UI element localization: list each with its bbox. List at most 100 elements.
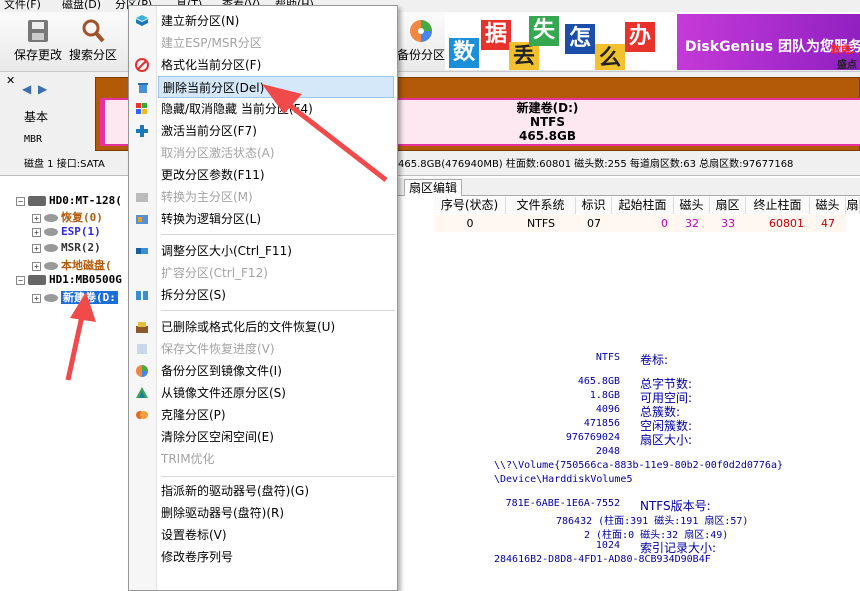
convert-icon [136, 193, 148, 202]
expand-icon[interactable]: + [32, 213, 41, 223]
menu-item-format[interactable]: 格式化当前分区(F) [135, 54, 397, 76]
device-path: \Device\HarddiskVolume5 [494, 474, 633, 485]
sector-size-label: 扇区大小: [640, 433, 693, 447]
expand-icon[interactable]: + [32, 227, 41, 237]
index-size-value: 1024 [595, 540, 620, 551]
expand-icon[interactable]: + [32, 293, 41, 303]
menu-item-remove-letter[interactable]: 删除驱动器号(盘符)(R) [157, 502, 397, 524]
table-cell: 07 [576, 215, 612, 232]
tree-partition[interactable]: + MSR(2) [32, 241, 101, 254]
tree-partition[interactable]: + 本地磁盘( [32, 257, 112, 273]
expand-icon[interactable]: + [32, 261, 41, 271]
free-space-value: 1.8GB [589, 390, 620, 401]
table-header: 标识 [576, 197, 612, 214]
menu-item-file-recovery[interactable]: 已删除或格式化后的文件恢复(U) [136, 316, 397, 338]
menu-item-change-params[interactable]: 更改分区参数(F11) [157, 164, 397, 186]
tree-partition[interactable]: + 恢复(0) [32, 209, 103, 225]
partition-guid: 284616B2-D8D8-4FD1-AD80-8CB934D90B4F [494, 554, 711, 565]
search-partition-label: 搜索分区 [68, 48, 117, 62]
menu-item-wipe-free[interactable]: 清除分区空闲空间(E) [157, 426, 397, 448]
disk-interface: 磁盘 1 接口:SATA [24, 159, 105, 169]
tree-partition-label: 恢复(0) [61, 211, 103, 224]
menu-item-save-recovery[interactable]: 保存文件恢复进度(V) [137, 338, 397, 360]
menu-item-clone[interactable]: 克隆分区(P) [136, 404, 397, 426]
backup-partition-button[interactable]: 备份分区 [395, 18, 447, 63]
tree-partition-label: ESP(1) [61, 225, 101, 238]
menu-item-hide-partition[interactable]: 隐藏/取消隐藏 当前分区(F4) [136, 98, 397, 120]
menu-item-label: 建立ESP/MSR分区 [161, 36, 262, 50]
table-cell: 0 [434, 215, 506, 232]
next-disk-icon[interactable]: ▶ [38, 82, 47, 96]
tree-hd0[interactable]: − HD0:MT-128( [16, 194, 122, 207]
menu-item-label: 指派新的驱动器号(盘符)(G) [161, 484, 310, 498]
save-changes-button[interactable]: 保存更改 [10, 18, 66, 63]
menu-item-split[interactable]: 拆分分区(S) [136, 284, 397, 306]
menu-item-restore-image[interactable]: 从镜像文件还原分区(S) [136, 382, 397, 404]
ad-banner[interactable]: 数 据 丢 失 怎 么 办 DiskGenius 团队为您服务 数电: 盛点 [445, 14, 860, 70]
resize-icon [136, 248, 148, 254]
menu-item-set-label[interactable]: 设置卷标(V) [157, 524, 397, 546]
tree-hd1-label: HD1:MB0500G [49, 273, 122, 286]
table-header: 文件系统 [506, 197, 576, 214]
partition-details: NTFS 卷标: 465.8GB 总字节数: 1.8GB 可用空间: 4096 … [398, 340, 860, 591]
details-value: 2048 [595, 446, 620, 457]
backup-partition-label: 备份分区 [396, 48, 445, 62]
table-header: 磁头 [674, 197, 710, 214]
menu-item-change-serial[interactable]: 修改卷序列号 [157, 546, 397, 568]
tab-sector-edit[interactable]: 扇区编辑 [404, 179, 463, 196]
collapse-icon[interactable]: − [16, 196, 25, 206]
menu-item-delete-partition[interactable]: 删除当前分区(Del) [138, 76, 394, 98]
menu-disk[interactable]: 磁盘(D) [62, 0, 101, 12]
menu-item-label: 已删除或格式化后的文件恢复(U) [161, 320, 336, 334]
table-header: 起始柱面 [612, 197, 674, 214]
format-icon [135, 58, 149, 72]
menu-item-label: 建立新分区(N) [161, 14, 240, 28]
prev-disk-icon[interactable]: ◀ [22, 82, 31, 96]
tree-partition-selected[interactable]: + 新建卷(D: [32, 289, 118, 305]
partition-icon [44, 294, 58, 302]
menu-separator [161, 234, 395, 235]
partition-style-label: MBR [24, 134, 43, 145]
menu-item-resize[interactable]: 调整分区大小(Ctrl_F11) [136, 240, 397, 262]
menu-item-extend[interactable]: 扩容分区(Ctrl_F12) [157, 262, 397, 284]
ad-tile: 失 [529, 16, 559, 46]
menu-item-label: 激活当前分区(F7) [161, 124, 257, 138]
table-header: 扇 [846, 197, 860, 214]
total-clusters-value: 4096 [595, 404, 620, 415]
menu-item-to-primary[interactable]: 转换为主分区(M) [136, 186, 397, 208]
tree-partition[interactable]: + ESP(1) [32, 225, 101, 238]
menu-item-label: 删除当前分区(Del) [163, 81, 265, 95]
context-menu: 建立新分区(N) 建立ESP/MSR分区 格式化当前分区(F) 删除当前分区(D… [128, 5, 398, 591]
ad-tile: 办 [625, 22, 655, 52]
table-header: 扇区 [710, 197, 746, 214]
windows-icon [136, 103, 147, 114]
disk-type-label: 基本 [24, 110, 49, 124]
menu-item-label: 转换为主分区(M) [161, 190, 253, 204]
tree-hd1[interactable]: − HD1:MB0500G [16, 273, 122, 286]
ad-subtext: 盛点 [837, 60, 857, 70]
clone-icon [136, 411, 148, 419]
save-icon [25, 18, 51, 44]
table-header: 磁头 [810, 197, 846, 214]
menu-item-to-logical[interactable]: 转换为逻辑分区(L) [136, 208, 397, 230]
new-partition-icon [136, 15, 148, 26]
menu-item-activate[interactable]: 激活当前分区(F7) [136, 120, 397, 142]
volume-guid: \\?\Volume{750566ca-883b-11e9-80b2-00f0d… [494, 460, 783, 471]
collapse-icon[interactable]: − [16, 275, 25, 285]
ad-tile: 据 [481, 20, 511, 50]
menu-item-backup-image[interactable]: 备份分区到镜像文件(I) [136, 360, 397, 382]
table-header: 终止柱面 [746, 197, 810, 214]
menu-item-esp-msr[interactable]: 建立ESP/MSR分区 [157, 32, 397, 54]
menu-item-deactivate[interactable]: 取消分区激活状态(A) [157, 142, 397, 164]
menu-item-new-partition[interactable]: 建立新分区(N) [136, 10, 397, 32]
tree-hd0-label: HD0:MT-128( [49, 194, 122, 207]
menu-file[interactable]: 文件(F) [4, 0, 41, 12]
trash-icon [138, 83, 148, 93]
close-icon[interactable]: ✕ [6, 74, 15, 87]
menu-item-trim[interactable]: TRIM优化 [157, 448, 397, 470]
menu-item-assign-letter[interactable]: 指派新的驱动器号(盘符)(G) [157, 480, 397, 502]
menu-separator [161, 476, 395, 477]
expand-icon[interactable]: + [32, 243, 41, 253]
search-partition-button[interactable]: 搜索分区 [66, 18, 120, 63]
split-icon [136, 291, 148, 300]
